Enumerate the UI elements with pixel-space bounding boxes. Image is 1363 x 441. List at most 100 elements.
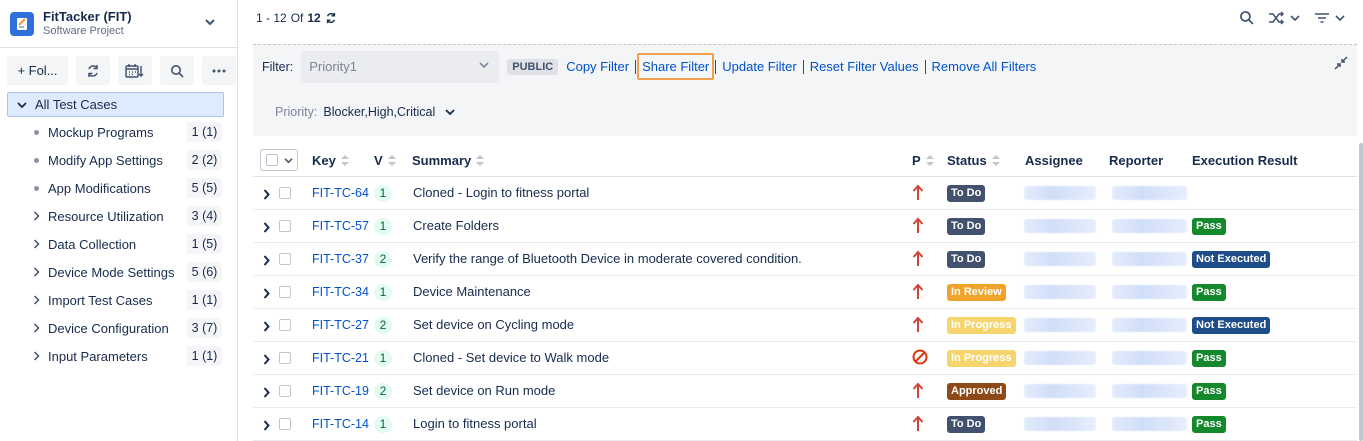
execution-result-badge[interactable]: Not Executed: [1192, 251, 1271, 268]
status-badge[interactable]: In Progress: [947, 350, 1016, 367]
test-case-summary[interactable]: Create Folders: [413, 218, 499, 233]
reporter-avatar[interactable]: [1112, 285, 1187, 299]
reset-filter-values-link[interactable]: Reset Filter Values: [804, 59, 925, 74]
assignee-avatar[interactable]: [1024, 285, 1096, 299]
tree-item[interactable]: Device Mode Settings 5 (6): [0, 258, 230, 286]
update-filter-link[interactable]: Update Filter: [716, 59, 802, 74]
tree-item[interactable]: Device Configuration 3 (7): [0, 314, 230, 342]
status-badge[interactable]: To Do: [947, 251, 986, 268]
assignee-avatar[interactable]: [1024, 384, 1096, 398]
execution-result-badge[interactable]: Pass: [1192, 350, 1226, 367]
tree-item[interactable]: Resource Utilization 3 (4): [0, 202, 230, 230]
reporter-avatar[interactable]: [1112, 351, 1187, 365]
column-header-assignee[interactable]: Assignee: [1025, 153, 1083, 168]
column-header-priority[interactable]: P: [912, 153, 934, 168]
chevron-right-icon[interactable]: [30, 267, 42, 277]
row-checkbox[interactable]: [279, 352, 291, 364]
test-case-key-link[interactable]: FIT-TC-34: [312, 285, 369, 299]
search-button[interactable]: [160, 56, 194, 85]
test-case-summary[interactable]: Set device on Run mode: [413, 383, 555, 398]
calendar-sort-button[interactable]: [118, 56, 152, 85]
expand-row-icon[interactable]: [263, 320, 270, 335]
remove-all-filters-link[interactable]: Remove All Filters: [926, 59, 1043, 74]
test-case-key-link[interactable]: FIT-TC-21: [312, 351, 369, 365]
test-case-summary[interactable]: Cloned - Set device to Walk mode: [413, 350, 609, 365]
expand-row-icon[interactable]: [263, 254, 270, 269]
chevron-right-icon[interactable]: [30, 211, 42, 221]
expand-row-icon[interactable]: [263, 287, 270, 302]
table-row[interactable]: FIT-TC-19 2 Set device on Run mode Approved…: [253, 375, 1357, 408]
shuffle-menu[interactable]: [1268, 10, 1300, 25]
test-case-summary[interactable]: Verify the range of Bluetooth Device in …: [413, 251, 802, 266]
execution-result-badge[interactable]: Pass: [1192, 218, 1226, 235]
chevron-down-icon[interactable]: [204, 16, 216, 31]
column-header-execution-result[interactable]: Execution Result: [1192, 153, 1297, 168]
test-case-key-link[interactable]: FIT-TC-37: [312, 252, 369, 266]
status-badge[interactable]: To Do: [947, 416, 986, 433]
assignee-avatar[interactable]: [1024, 186, 1096, 200]
test-case-key-link[interactable]: FIT-TC-27: [312, 318, 369, 332]
tree-item[interactable]: Input Parameters 1 (1): [0, 342, 230, 370]
assignee-avatar[interactable]: [1024, 252, 1096, 266]
search-icon[interactable]: [1239, 10, 1254, 25]
share-filter-link[interactable]: Share Filter: [637, 53, 715, 80]
tree-item[interactable]: App Modifications 5 (5): [0, 174, 230, 202]
reporter-avatar[interactable]: [1112, 318, 1187, 332]
column-header-reporter[interactable]: Reporter: [1109, 153, 1163, 168]
execution-result-badge[interactable]: Pass: [1192, 284, 1226, 301]
tree-item[interactable]: Modify App Settings 2 (2): [0, 146, 230, 174]
expand-row-icon[interactable]: [263, 386, 270, 401]
test-case-key-link[interactable]: FIT-TC-14: [312, 417, 369, 431]
reporter-avatar[interactable]: [1112, 219, 1187, 233]
table-row[interactable]: FIT-TC-27 2 Set device on Cycling mode In P…: [253, 309, 1357, 342]
status-badge[interactable]: To Do: [947, 218, 986, 235]
test-case-summary[interactable]: Device Maintenance: [413, 284, 531, 299]
column-header-version[interactable]: V: [374, 153, 396, 168]
reporter-avatar[interactable]: [1112, 186, 1187, 200]
project-switcher[interactable]: FitTacker (FIT) Software Project: [8, 6, 234, 42]
expand-row-icon[interactable]: [263, 353, 270, 368]
test-case-key-link[interactable]: FIT-TC-57: [312, 219, 369, 233]
test-case-summary[interactable]: Set device on Cycling mode: [413, 317, 574, 332]
row-checkbox[interactable]: [279, 187, 291, 199]
test-case-summary[interactable]: Login to fitness portal: [413, 416, 537, 431]
row-checkbox[interactable]: [279, 253, 291, 265]
priority-filter[interactable]: Priority: Blocker,High,Critical: [275, 105, 455, 119]
column-header-summary[interactable]: Summary: [412, 153, 485, 168]
assignee-avatar[interactable]: [1024, 219, 1096, 233]
execution-result-badge[interactable]: Pass: [1192, 416, 1226, 433]
row-checkbox[interactable]: [279, 385, 291, 397]
execution-result-badge[interactable]: Not Executed: [1192, 317, 1271, 334]
status-badge[interactable]: To Do: [947, 185, 986, 202]
row-checkbox[interactable]: [279, 319, 291, 331]
tree-item[interactable]: Mockup Programs 1 (1): [0, 118, 230, 146]
more-button[interactable]: [202, 56, 236, 85]
table-row[interactable]: FIT-TC-57 1 Create Folders To Do Pass: [253, 210, 1357, 243]
table-row[interactable]: FIT-TC-14 1 Login to fitness portal To Do Pa…: [253, 408, 1357, 441]
expand-row-icon[interactable]: [263, 188, 270, 203]
select-all-checkbox[interactable]: [260, 149, 298, 171]
collapse-icon[interactable]: [1333, 55, 1349, 74]
column-header-status[interactable]: Status: [947, 153, 1000, 168]
column-header-key[interactable]: Key: [312, 153, 349, 168]
chevron-right-icon[interactable]: [30, 239, 42, 249]
row-checkbox[interactable]: [279, 286, 291, 298]
tree-item[interactable]: Import Test Cases 1 (1): [0, 286, 230, 314]
status-badge[interactable]: Approved: [947, 383, 1007, 400]
table-row[interactable]: FIT-TC-34 1 Device Maintenance In Review Pas…: [253, 276, 1357, 309]
status-badge[interactable]: In Review: [947, 284, 1006, 301]
reporter-avatar[interactable]: [1112, 384, 1187, 398]
tree-item[interactable]: Data Collection 1 (5): [0, 230, 230, 258]
chevron-right-icon[interactable]: [30, 351, 42, 361]
assignee-avatar[interactable]: [1024, 417, 1096, 431]
test-case-summary[interactable]: Cloned - Login to fitness portal: [413, 185, 589, 200]
scrollbar[interactable]: [1359, 143, 1363, 441]
add-folder-button[interactable]: + Fol...: [7, 56, 68, 85]
checkbox[interactable]: [266, 154, 278, 166]
row-checkbox[interactable]: [279, 220, 291, 232]
copy-filter-link[interactable]: Copy Filter: [560, 59, 635, 74]
assignee-avatar[interactable]: [1024, 351, 1096, 365]
reporter-avatar[interactable]: [1112, 417, 1187, 431]
test-case-key-link[interactable]: FIT-TC-19: [312, 384, 369, 398]
refresh-button[interactable]: [76, 56, 110, 85]
